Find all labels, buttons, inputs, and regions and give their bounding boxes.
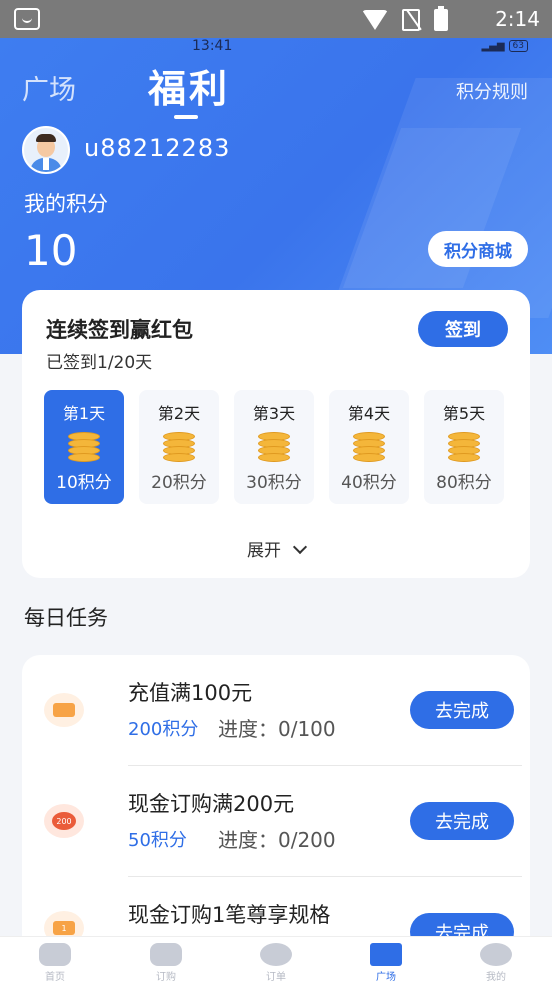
signin-day-5[interactable]: 第5天 80积分 bbox=[424, 390, 504, 504]
profile-icon bbox=[480, 943, 512, 966]
inner-status-time: 13:41 bbox=[192, 38, 233, 54]
task-complete-button[interactable]: 去完成 bbox=[410, 691, 514, 729]
day-points: 30积分 bbox=[246, 473, 302, 493]
coins-icon bbox=[351, 432, 387, 462]
expand-label: 展开 bbox=[247, 541, 281, 561]
nav-label: 订购 bbox=[156, 972, 176, 981]
expand-button[interactable]: 展开 bbox=[22, 536, 530, 561]
coupon-200-icon: 200 bbox=[44, 804, 84, 838]
nav-orders[interactable]: 订单 bbox=[246, 943, 306, 981]
active-tab-indicator bbox=[174, 115, 198, 119]
day-label: 第3天 bbox=[252, 404, 296, 423]
system-icons bbox=[362, 6, 448, 31]
day-points: 20积分 bbox=[151, 473, 207, 493]
tab-welfare[interactable]: 福利 bbox=[148, 58, 230, 113]
order-icon bbox=[260, 943, 292, 966]
day-label: 第5天 bbox=[442, 404, 486, 423]
signin-day-3[interactable]: 第3天 30积分 bbox=[234, 390, 314, 504]
task-points: 200积分 bbox=[128, 719, 199, 740]
my-points-label: 我的积分 bbox=[24, 192, 108, 216]
chevron-down-icon bbox=[292, 539, 308, 555]
inner-status-icons: ▂▄▆ 63 bbox=[481, 40, 528, 52]
nav-label: 广场 bbox=[376, 972, 396, 981]
signin-day-1[interactable]: 第1天 10积分 bbox=[44, 390, 124, 504]
icon-badge-text: 200 bbox=[52, 812, 76, 830]
chart-icon bbox=[370, 943, 402, 966]
task-progress: 进度：0/100 bbox=[218, 717, 336, 741]
task-points: 50积分 bbox=[128, 830, 187, 851]
nav-label: 订单 bbox=[266, 972, 286, 981]
coins-icon bbox=[446, 432, 482, 462]
system-clock: 2:14 bbox=[495, 7, 540, 31]
nav-home[interactable]: 首页 bbox=[25, 943, 85, 981]
nav-label: 首页 bbox=[45, 972, 65, 981]
day-label: 第2天 bbox=[157, 404, 201, 423]
task-progress: 进度：0/200 bbox=[218, 828, 336, 852]
tab-plaza[interactable]: 广场 bbox=[22, 68, 76, 107]
signal-icon: ▂▄▆ bbox=[481, 40, 505, 52]
username: u88212283 bbox=[84, 134, 231, 162]
icon-badge-text: 1 bbox=[53, 921, 75, 935]
task-row: 200 现金订购满200元 50积分 进度：0/200 去完成 bbox=[22, 766, 530, 877]
avatar[interactable] bbox=[22, 126, 70, 174]
avatar-hair bbox=[36, 134, 56, 142]
task-row: 充值满100元 200积分 进度：0/100 去完成 bbox=[22, 655, 530, 766]
battery-icon bbox=[434, 6, 448, 31]
home-icon bbox=[39, 943, 71, 966]
day-points: 80积分 bbox=[436, 473, 492, 493]
wifi-icon bbox=[362, 10, 388, 30]
signin-progress: 已签到1/20天 bbox=[46, 353, 153, 373]
signin-button[interactable]: 签到 bbox=[418, 311, 508, 347]
my-points-value: 10 bbox=[24, 226, 78, 275]
day-points: 10积分 bbox=[56, 473, 112, 493]
points-mall-button[interactable]: 积分商城 bbox=[428, 231, 528, 267]
task-name: 现金订购满200元 bbox=[128, 792, 295, 816]
nav-profile[interactable]: 我的 bbox=[466, 943, 526, 981]
signin-title: 连续签到赢红包 bbox=[46, 318, 193, 342]
no-sim-icon bbox=[402, 9, 420, 31]
coins-icon bbox=[66, 432, 102, 462]
signin-day-2[interactable]: 第2天 20积分 bbox=[139, 390, 219, 504]
coins-icon bbox=[256, 432, 292, 462]
day-label: 第1天 bbox=[62, 404, 106, 423]
day-points: 40积分 bbox=[341, 473, 397, 493]
wallet-icon bbox=[44, 693, 84, 727]
signin-days: 第1天 10积分 第2天 20积分 第3天 30积分 第4天 40积分 第5天 … bbox=[44, 390, 504, 504]
signin-card: 连续签到赢红包 已签到1/20天 签到 第1天 10积分 第2天 20积分 第3… bbox=[22, 290, 530, 578]
nav-order[interactable]: 订购 bbox=[136, 943, 196, 981]
nav-plaza[interactable]: 广场 bbox=[356, 943, 416, 981]
notification-app-icon bbox=[14, 8, 40, 30]
task-complete-button[interactable]: 去完成 bbox=[410, 802, 514, 840]
signin-day-4[interactable]: 第4天 40积分 bbox=[329, 390, 409, 504]
daily-tasks-title: 每日任务 bbox=[24, 606, 108, 630]
inner-battery-level: 63 bbox=[508, 40, 528, 52]
clipboard-icon bbox=[150, 943, 182, 966]
bottom-navigation: 首页 订购 订单 广场 我的 bbox=[0, 936, 552, 981]
task-name: 现金订购1笔尊享规格 bbox=[128, 903, 331, 927]
nav-label: 我的 bbox=[486, 972, 506, 981]
system-status-bar: 2:14 bbox=[0, 0, 552, 38]
coins-icon bbox=[161, 432, 197, 462]
task-name: 充值满100元 bbox=[128, 681, 253, 705]
points-rules-link[interactable]: 积分规则 bbox=[456, 78, 528, 104]
day-label: 第4天 bbox=[347, 404, 391, 423]
avatar-collar bbox=[43, 158, 49, 170]
daily-tasks-card: 充值满100元 200积分 进度：0/100 去完成 200 现金订购满200元… bbox=[22, 655, 530, 955]
